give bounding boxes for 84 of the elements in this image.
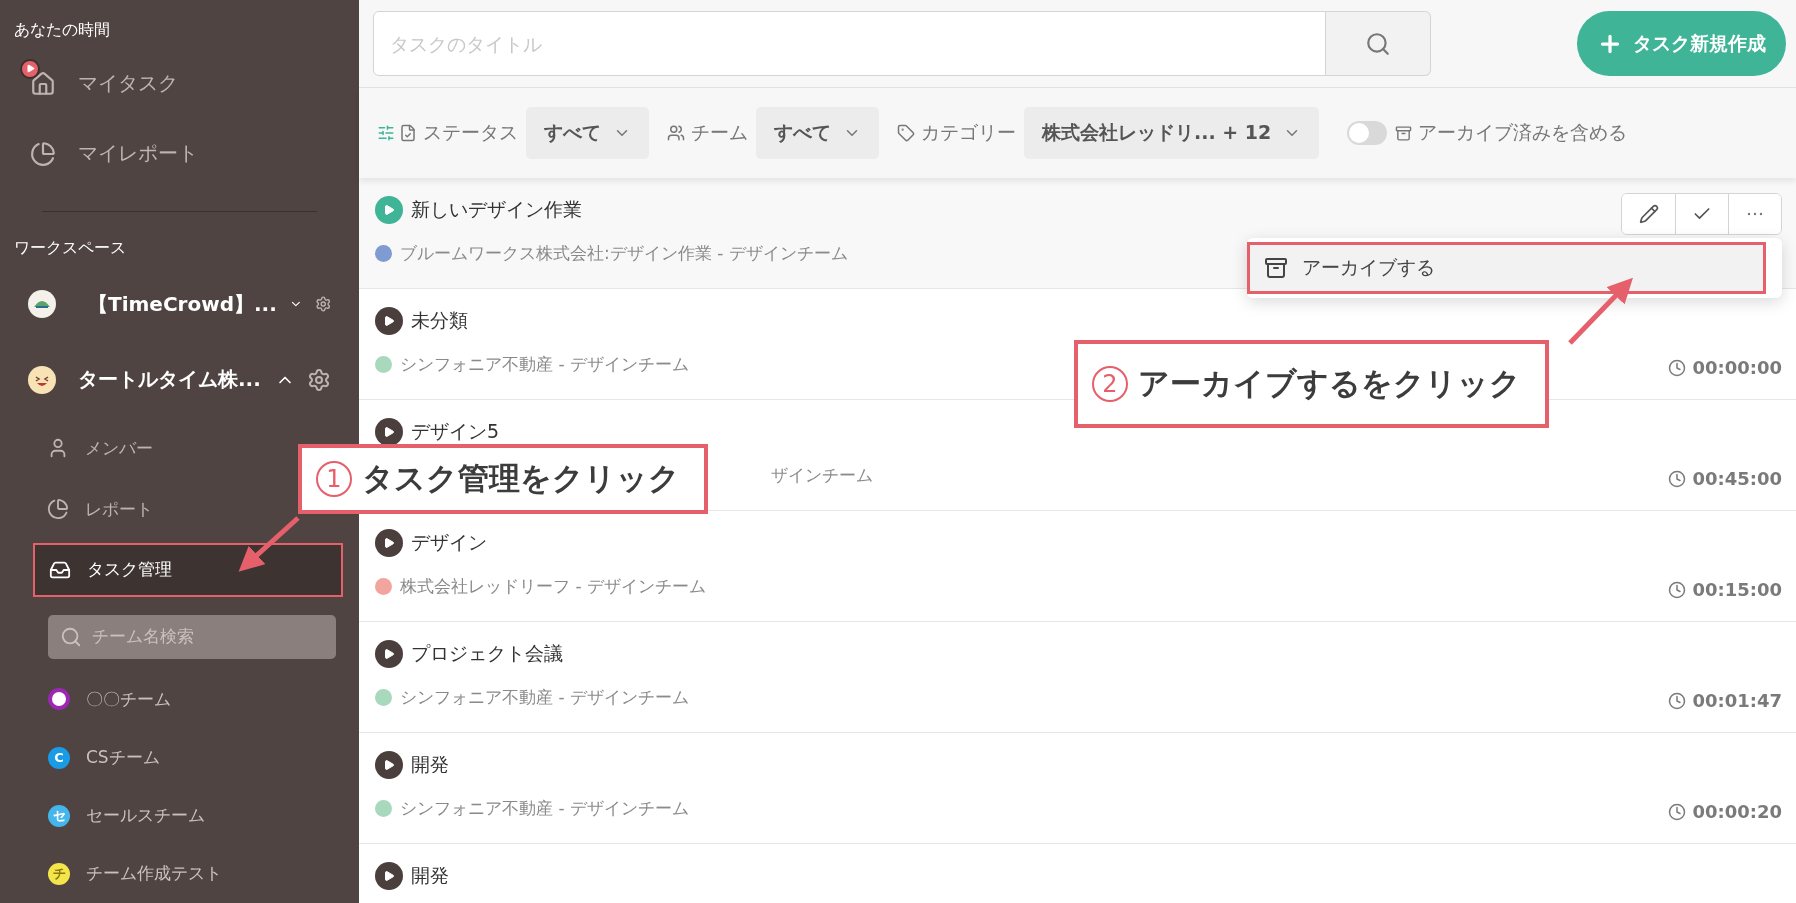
smiley-icon: [28, 365, 56, 394]
pie-chart-icon: [47, 498, 69, 521]
clock-icon: [1668, 691, 1687, 710]
clock-icon: [1668, 358, 1687, 377]
clock-icon: [1668, 802, 1687, 821]
settings-icon[interactable]: [307, 367, 331, 392]
search-icon: [60, 625, 82, 648]
filter-label-text: ステータス: [423, 120, 518, 145]
workspace-item[interactable]: タートルタイム株...: [0, 342, 359, 418]
pencil-icon: [1638, 204, 1659, 224]
play-button[interactable]: [375, 640, 403, 668]
team-item[interactable]: セ セールスチーム: [0, 786, 359, 845]
logo-icon: [28, 290, 56, 319]
nav-item[interactable]: レポート: [33, 478, 167, 540]
people-icon: [667, 124, 685, 142]
team-icon: C: [48, 746, 70, 769]
filter-label-text: カテゴリー: [921, 120, 1016, 145]
nav-item[interactable]: タスク管理: [33, 542, 343, 598]
play-icon: [383, 315, 395, 327]
archive-icon: [1395, 124, 1413, 142]
task-title: デザイン: [411, 530, 487, 555]
team-item[interactable]: C CSチーム: [0, 728, 359, 787]
team-item[interactable]: 〇〇チーム: [0, 670, 359, 729]
callout-text: アーカイブするをクリック: [1138, 364, 1521, 403]
team-icon: セ: [48, 804, 70, 827]
task-category: シンフォニア不動産 - デザインチーム: [400, 797, 689, 820]
filter-dropdown[interactable]: すべて: [756, 107, 879, 159]
ellipsis-icon: [1747, 212, 1763, 216]
clock-icon: [1668, 580, 1687, 599]
task-title: 開発: [411, 752, 449, 777]
task-category: シンフォニア不動産 - デザインチーム: [400, 686, 689, 709]
play-button[interactable]: [375, 307, 403, 335]
play-icon: [383, 870, 395, 882]
task-time: 00:00:00: [1668, 357, 1782, 378]
filter-dropdown[interactable]: すべて: [526, 107, 649, 159]
task-category: ブルームワークス株式会社:デザイン作業 - デザインチーム: [400, 242, 848, 265]
toggle-label-text: アーカイブ済みを含める: [1418, 120, 1628, 145]
document-check-icon: [399, 124, 417, 142]
play-button[interactable]: [375, 418, 403, 446]
menu-item[interactable]: アーカイブする: [1247, 242, 1766, 294]
tag-icon: [897, 124, 915, 142]
callout-text: タスク管理をクリック: [362, 459, 680, 498]
pie-chart-icon: [30, 140, 56, 167]
nav-item[interactable]: マイレポート: [0, 118, 359, 189]
step-number: 2: [1092, 366, 1128, 402]
play-icon: [383, 537, 395, 549]
sliders-icon: [377, 124, 395, 142]
task-time: 00:45:00: [1668, 468, 1782, 489]
task-title: デザイン5: [411, 419, 500, 444]
play-button[interactable]: [375, 529, 403, 557]
play-icon: [25, 64, 35, 74]
task-time: 00:15:00: [1668, 579, 1782, 600]
play-icon: [383, 759, 395, 771]
archive-icon: [1264, 256, 1288, 280]
task-time: 00:01:47: [1668, 690, 1782, 711]
team-icon: チ: [48, 862, 70, 885]
section-heading: ワークスペース: [13, 237, 127, 259]
nav-item[interactable]: マイタスク: [0, 49, 359, 119]
task-title: プロジェクト会議: [411, 641, 563, 666]
home-icon: [30, 70, 56, 97]
nav-item[interactable]: メンバー: [33, 417, 167, 479]
filter-dropdown[interactable]: 株式会社レッドリ... + 12: [1024, 107, 1320, 159]
play-button[interactable]: [375, 751, 403, 779]
workspace-item[interactable]: 【TimeCrowd】...: [0, 266, 359, 343]
arrow: [238, 516, 300, 572]
play-icon: [383, 204, 395, 216]
search-icon: [1365, 30, 1391, 57]
task-category: シンフォニア不動産 - デザインチーム: [400, 353, 689, 376]
task-time: 00:00:20: [1668, 801, 1782, 822]
play-icon: [383, 648, 395, 660]
toggle-switch[interactable]: [1347, 121, 1388, 145]
clock-icon: [1668, 469, 1687, 488]
task-title: 未分類: [411, 308, 468, 333]
play-button[interactable]: [375, 862, 403, 890]
step-number: 1: [316, 461, 352, 497]
task-category: 株式会社レッドリーフ - デザインチーム: [400, 575, 706, 598]
arrow: [1568, 277, 1633, 345]
play-icon: [383, 426, 395, 438]
task-category: ザインチーム: [771, 464, 873, 487]
section-heading: あなたの時間: [13, 20, 111, 41]
task-title: 新しいデザイン作業: [411, 197, 582, 222]
team-item[interactable]: チ チーム作成テスト: [0, 844, 359, 903]
filter-label-text: チーム: [691, 120, 748, 145]
task-title: 開発: [411, 863, 449, 888]
